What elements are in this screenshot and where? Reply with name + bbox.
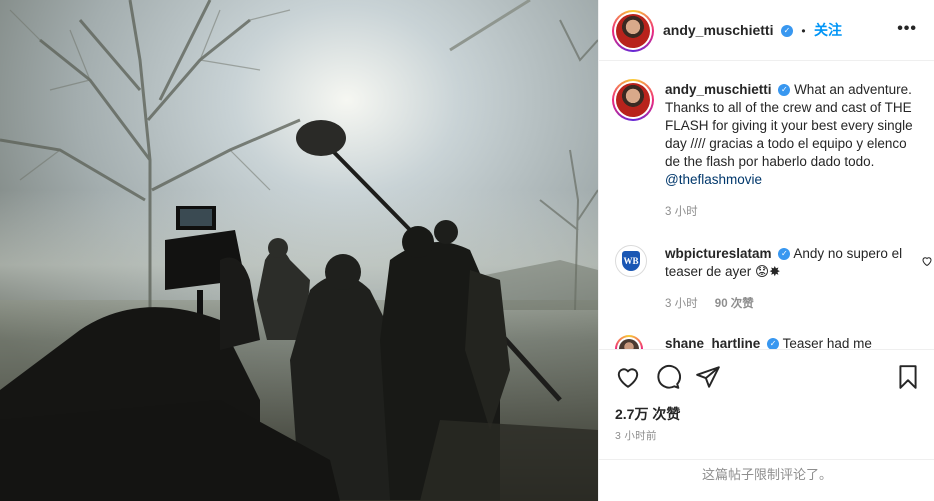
comment-icon[interactable] xyxy=(655,364,681,390)
comment-likes[interactable]: 90 次赞 xyxy=(715,298,754,310)
post-timestamp[interactable]: 3 小时前 xyxy=(615,428,657,443)
post-actions: 2.7万 次赞 3 小时前 xyxy=(599,349,934,459)
wb-logo-avatar[interactable]: WB xyxy=(615,245,647,277)
post-photo[interactable] xyxy=(0,0,598,501)
film-set-silhouette-image xyxy=(0,0,598,501)
follow-button[interactable]: 关注 xyxy=(814,22,842,38)
comments-limited-notice: 这篇帖子限制评论了。 xyxy=(599,459,934,501)
heart-icon[interactable] xyxy=(615,364,641,390)
verified-badge-icon: ✓ xyxy=(778,84,791,97)
header-username[interactable]: andy_muschietti xyxy=(663,22,773,38)
wb-shield-icon: WB xyxy=(622,251,640,271)
separator-dot: • xyxy=(801,24,806,38)
comment-avatar[interactable] xyxy=(615,335,643,349)
post-header: andy_muschietti ✓ • 关注 ••• xyxy=(599,0,934,61)
caption-mention-link[interactable]: @theflashmovie xyxy=(665,172,762,187)
caption-username[interactable]: andy_muschietti xyxy=(665,82,772,97)
caption-avatar[interactable] xyxy=(612,79,654,121)
likes-count[interactable]: 2.7万 次赞 xyxy=(615,404,680,424)
verified-badge-icon: ✓ xyxy=(778,248,791,261)
avatar[interactable] xyxy=(612,10,654,52)
post-side-panel: andy_muschietti ✓ • 关注 ••• andy_muschiet… xyxy=(598,0,934,501)
comment-time: 3 小时 xyxy=(665,298,698,310)
verified-badge-icon: ✓ xyxy=(767,338,780,349)
comment-username[interactable]: shane_hartline xyxy=(665,336,760,349)
more-options-icon[interactable]: ••• xyxy=(897,20,917,38)
heart-icon[interactable] xyxy=(921,255,933,267)
paper-plane-icon[interactable] xyxy=(695,364,721,390)
comments-list[interactable]: andy_muschietti ✓ What an adventure. Tha… xyxy=(599,61,934,349)
caption-time: 3 小时 xyxy=(665,206,698,218)
comment-text: Teaser had me xyxy=(782,336,872,349)
verified-badge-icon: ✓ xyxy=(780,24,793,37)
comment-username[interactable]: wbpictureslatam xyxy=(665,246,772,261)
bookmark-icon[interactable] xyxy=(895,364,921,390)
